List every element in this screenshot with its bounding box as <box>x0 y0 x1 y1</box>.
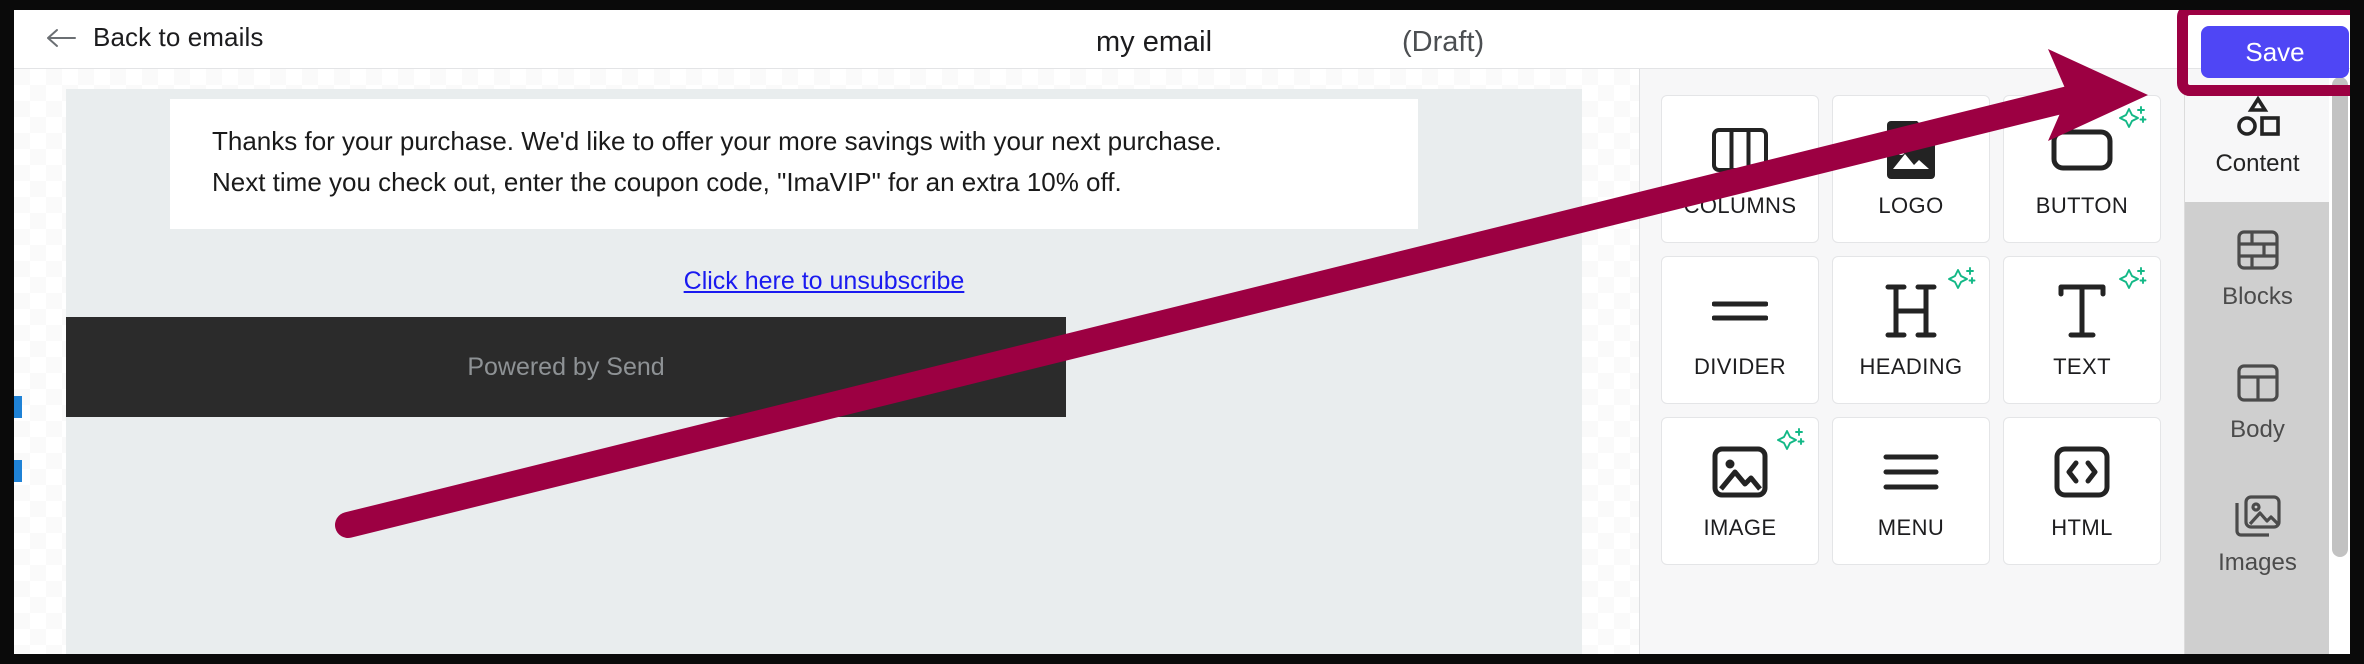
content-block-tile-label: COLUMNS <box>1683 193 1797 218</box>
content-block-tile-button[interactable]: BUTTON <box>2003 95 2161 243</box>
content-block-tile-html[interactable]: HTML <box>2003 417 2161 565</box>
back-to-emails-link[interactable]: Back to emails <box>46 22 263 53</box>
image-icon <box>1712 441 1768 503</box>
tab-label: Images <box>2218 548 2297 576</box>
tab-label: Body <box>2230 415 2285 443</box>
ai-sparkle-icon <box>1947 265 1977 295</box>
content-block-tile-label: TEXT <box>2053 354 2111 379</box>
arrow-left-icon <box>47 28 76 47</box>
text-icon <box>2057 280 2107 342</box>
email-body-line: Thanks for your purchase. We'd like to o… <box>212 126 1222 156</box>
tab-label: Blocks <box>2222 282 2293 310</box>
screenshot-frame: Back to emails my email (Draft) Save Tha… <box>0 0 2364 664</box>
content-block-tile-label: LOGO <box>1878 193 1944 218</box>
ai-sparkle-icon <box>2118 104 2148 134</box>
editor-workspace: Thanks for your purchase. We'd like to o… <box>14 69 2350 654</box>
content-block-tile-label: HTML <box>2051 515 2113 540</box>
tab-body[interactable]: Body <box>2185 335 2330 468</box>
ai-sparkle-icon <box>1776 426 1806 456</box>
save-button[interactable]: Save <box>2201 26 2349 78</box>
email-builder-app: Back to emails my email (Draft) Save Tha… <box>14 10 2350 654</box>
canvas-edge-markers <box>14 69 22 654</box>
shapes-icon <box>2234 94 2282 140</box>
content-block-tile-columns[interactable]: COLUMNS <box>1661 95 1819 243</box>
panel-scrollbar-thumb[interactable] <box>2332 77 2348 557</box>
email-footer-block: Powered by Send <box>66 317 1066 417</box>
layout-icon <box>2236 360 2280 406</box>
content-block-tile-label: BUTTON <box>2035 193 2129 218</box>
divider-icon <box>1712 280 1768 342</box>
tab-blocks[interactable]: Blocks <box>2185 202 2330 335</box>
content-block-tile-heading[interactable]: HEADING <box>1832 256 1990 404</box>
heading-icon <box>1885 280 1937 342</box>
tab-content[interactable]: Content <box>2185 69 2330 202</box>
unsubscribe-block: Click here to unsubscribe <box>66 267 1582 296</box>
content-block-tile-divider[interactable]: DIVIDER <box>1661 256 1819 404</box>
content-blocks-panel: COLUMNS LOGO BUTTON DIVIDER HEADING TEXT IMAGE… <box>1639 69 2184 654</box>
back-to-emails-label: Back to emails <box>93 22 264 52</box>
images-stack-icon <box>2234 493 2282 539</box>
content-block-tile-label: IMAGE <box>1703 515 1777 540</box>
columns-icon <box>1712 119 1768 181</box>
unsubscribe-link[interactable]: Click here to unsubscribe <box>684 267 965 295</box>
content-block-tile-menu[interactable]: MENU <box>1832 417 1990 565</box>
code-icon <box>2054 441 2110 503</box>
right-tab-rail: Content Blocks Body Images <box>2184 69 2330 654</box>
tab-images[interactable]: Images <box>2185 468 2330 601</box>
powered-by-label: Powered by Send <box>467 352 665 381</box>
content-block-tile-logo[interactable]: LOGO <box>1832 95 1990 243</box>
content-block-tile-label: HEADING <box>1859 354 1963 379</box>
content-block-tile-label: MENU <box>1877 515 1945 540</box>
edge-marker <box>14 460 22 482</box>
edge-marker <box>14 396 22 418</box>
draft-status-label: (Draft) <box>1402 26 1485 58</box>
logo-image-icon <box>1887 119 1935 181</box>
email-body-line: Next time you check out, enter the coupo… <box>212 167 1122 197</box>
button-icon <box>2051 119 2113 181</box>
menu-lines-icon <box>1883 441 1939 503</box>
tab-label: Content <box>2215 149 2300 177</box>
content-block-tile-image[interactable]: IMAGE <box>1661 417 1819 565</box>
email-preview-canvas[interactable]: Thanks for your purchase. We'd like to o… <box>66 89 1582 654</box>
email-text-block[interactable]: Thanks for your purchase. We'd like to o… <box>170 99 1418 229</box>
ai-sparkle-icon <box>2118 265 2148 295</box>
content-blocks-grid: COLUMNS LOGO BUTTON DIVIDER HEADING TEXT IMAGE… <box>1661 95 2161 565</box>
top-toolbar: Back to emails my email (Draft) Save <box>14 10 2350 78</box>
email-title: my email <box>1096 26 1213 58</box>
content-block-tile-text[interactable]: TEXT <box>2003 256 2161 404</box>
brick-wall-icon <box>2236 227 2280 273</box>
content-block-tile-label: DIVIDER <box>1693 354 1787 379</box>
